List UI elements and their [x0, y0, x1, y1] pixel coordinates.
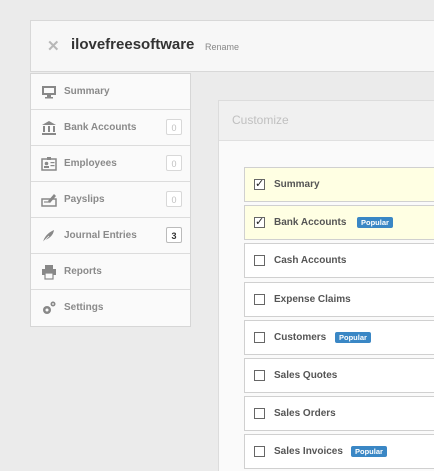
sidebar-item-settings[interactable]: Settings [31, 290, 190, 326]
checkbox[interactable] [254, 255, 265, 266]
sidebar-item-label: Employees [64, 158, 117, 169]
sidebar-item-employees[interactable]: Employees 0 [31, 146, 190, 182]
sidebar-item-reports[interactable]: Reports [31, 254, 190, 290]
sidebar-item-label: Reports [64, 266, 102, 277]
printer-icon [42, 265, 56, 280]
customize-item-sales-invoices[interactable]: Sales Invoices Popular [244, 434, 434, 469]
item-label: Sales Quotes [274, 370, 338, 381]
customize-item-summary[interactable]: ✓ Summary [244, 167, 434, 202]
checkbox[interactable] [254, 332, 265, 343]
customize-item-expense-claims[interactable]: Expense Claims [244, 282, 434, 317]
check-icon: ✓ [255, 178, 265, 190]
item-label: Bank Accounts [274, 217, 347, 228]
popular-badge: Popular [351, 446, 387, 457]
count-badge: 0 [166, 155, 182, 171]
company-header: ✕ ilovefreesoftware Rename [30, 20, 434, 72]
checkbox[interactable] [254, 408, 265, 419]
pen-icon [42, 230, 54, 243]
sidebar-item-label: Bank Accounts [64, 122, 137, 133]
bank-icon [42, 121, 56, 135]
popular-badge: Popular [335, 332, 371, 343]
checkbox[interactable] [254, 294, 265, 305]
sidebar-item-label: Summary [64, 86, 110, 97]
sidebar-item-payslips[interactable]: Payslips 0 [31, 182, 190, 218]
sidebar: Summary Bank Accounts 0 Employees 0 Pays… [30, 73, 191, 327]
check-icon: ✓ [255, 216, 265, 228]
monitor-icon [42, 86, 56, 99]
customize-title: Customize [232, 113, 289, 127]
sidebar-item-journal-entries[interactable]: Journal Entries 3 [31, 218, 190, 254]
item-label: Cash Accounts [274, 255, 347, 266]
id-card-icon [41, 157, 57, 171]
checkbox[interactable]: ✓ [254, 216, 265, 228]
close-icon[interactable]: ✕ [47, 37, 60, 55]
sidebar-item-label: Settings [64, 302, 104, 313]
customize-item-cash-accounts[interactable]: Cash Accounts [244, 243, 434, 278]
customize-header: Customize [219, 101, 434, 141]
sidebar-item-summary[interactable]: Summary [31, 74, 190, 110]
item-label: Expense Claims [274, 294, 351, 305]
item-label: Sales Orders [274, 408, 336, 419]
sidebar-item-label: Journal Entries [64, 230, 137, 241]
sidebar-item-bank-accounts[interactable]: Bank Accounts 0 [31, 110, 190, 146]
rename-link[interactable]: Rename [205, 42, 239, 52]
item-label: Customers [274, 332, 327, 343]
count-badge: 0 [166, 119, 182, 135]
popular-badge: Popular [357, 217, 393, 228]
count-badge: 0 [166, 191, 182, 207]
count-badge: 3 [166, 227, 182, 243]
item-label: Sales Invoices [274, 446, 343, 457]
item-label: Summary [274, 179, 320, 190]
sidebar-item-label: Payslips [64, 194, 105, 205]
checkbox[interactable] [254, 370, 265, 381]
gear-icon [43, 301, 56, 314]
customize-item-sales-quotes[interactable]: Sales Quotes [244, 358, 434, 393]
checkbox[interactable]: ✓ [254, 178, 265, 190]
customize-item-customers[interactable]: Customers Popular [244, 320, 434, 355]
checkbox[interactable] [254, 446, 265, 457]
company-name: ilovefreesoftware [71, 36, 195, 53]
customize-item-bank-accounts[interactable]: ✓ Bank Accounts Popular [244, 205, 434, 240]
payslip-icon [41, 194, 57, 207]
customize-item-sales-orders[interactable]: Sales Orders [244, 396, 434, 431]
